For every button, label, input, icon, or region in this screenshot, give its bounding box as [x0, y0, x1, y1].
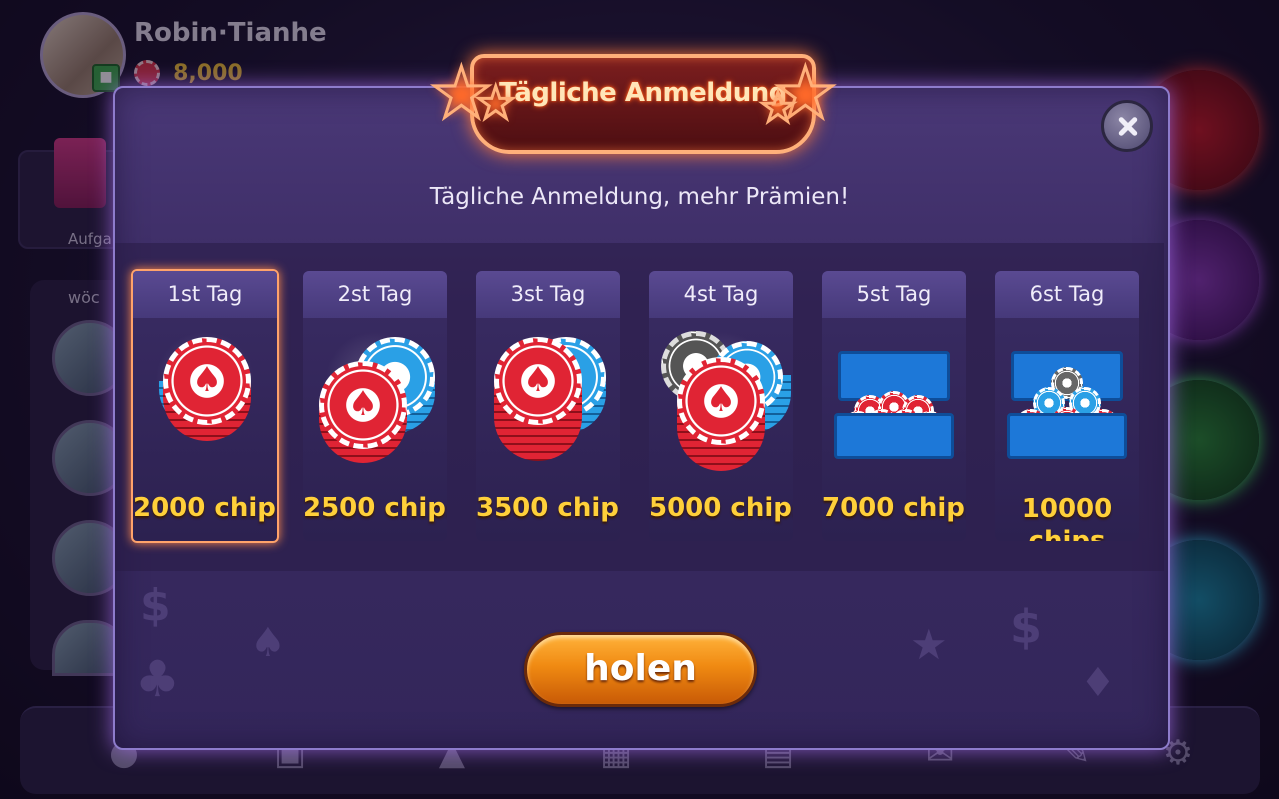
day-card-1[interactable]: 1st Tag ♠ 2000 chips: [131, 269, 279, 543]
claim-button[interactable]: holen: [524, 632, 757, 707]
day-label: 1st Tag: [133, 271, 277, 318]
day-card-2[interactable]: 2st Tag ♠ 2500 chips: [303, 271, 447, 541]
dialog-subtitle: Tägliche Anmeldung, mehr Prämien!: [429, 184, 850, 210]
chip-case-icon: [834, 351, 954, 461]
day-card-5[interactable]: 5st Tag 7000 chips: [822, 271, 966, 541]
poker-chip-icon: ♠: [319, 361, 407, 449]
cards-decoration-icon: ♣: [135, 650, 180, 708]
star-icon: ★: [474, 78, 516, 129]
day-label: 3st Tag: [476, 271, 620, 318]
poker-chip-icon: ♠: [163, 337, 251, 425]
chip-case-icon: [1007, 351, 1127, 461]
day-label: 5st Tag: [822, 271, 966, 318]
day-reward: 3500 chips: [476, 493, 620, 523]
day-reward: 5000 chips: [649, 493, 793, 523]
day-card-6[interactable]: 6st Tag 10000 chips: [995, 271, 1139, 541]
day-label: 2st Tag: [303, 271, 447, 318]
day-reward: 2500 chips: [303, 493, 447, 523]
diamond-decoration-icon: ♦: [1080, 660, 1116, 706]
poker-chip-icon: ♠: [677, 357, 765, 445]
day-reward: 10000 chips: [1021, 494, 1113, 541]
day-reward: 7000 chips: [822, 493, 966, 523]
poker-chip-icon: ♠: [494, 337, 582, 425]
day-card-4[interactable]: 4st Tag ♠ 5000 chips: [649, 271, 793, 541]
dollar-decoration-icon: $: [140, 580, 171, 631]
day-card-3[interactable]: 3st Tag ♠ 3500 chips: [476, 271, 620, 541]
close-icon[interactable]: [1101, 100, 1153, 152]
trophy-decoration-icon: ★: [910, 620, 948, 669]
star-icon: ★: [759, 85, 798, 131]
dollar-decoration-icon: $: [1010, 600, 1043, 654]
spade-decoration-icon: ♠: [250, 620, 286, 666]
day-label: 4st Tag: [649, 271, 793, 318]
day-reward: 2000 chips: [133, 493, 279, 523]
day-label: 6st Tag: [995, 271, 1139, 318]
